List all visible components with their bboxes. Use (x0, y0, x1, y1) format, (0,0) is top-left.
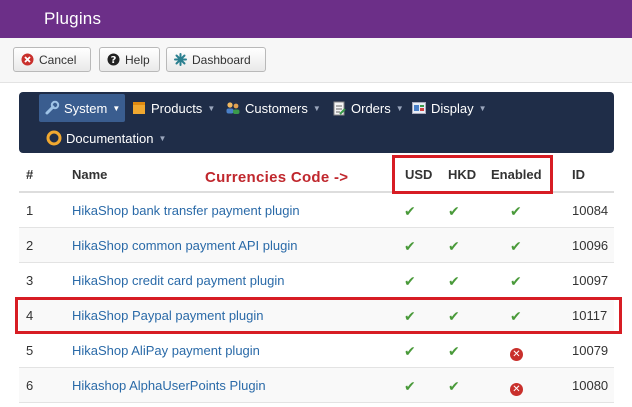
help-icon: ? (107, 53, 120, 66)
menu-item-customers[interactable]: Customers ▼ (220, 94, 326, 122)
usd-check-icon[interactable]: ✔ (404, 273, 416, 290)
box-icon (131, 100, 147, 116)
plugin-id: 10079 (572, 343, 609, 358)
users-icon (225, 100, 241, 116)
hkd-check-icon[interactable]: ✔ (448, 238, 460, 255)
column-header-hkd[interactable]: HKD (448, 167, 476, 182)
enabled-check-icon[interactable]: ✔ (510, 238, 522, 255)
menu-item-label: Orders (351, 100, 391, 116)
enabled-check-icon[interactable]: ✔ (510, 203, 522, 220)
page-title: Plugins (44, 9, 102, 28)
table-row: 5 HikaShop AliPay payment plugin ✔ ✔ ✕ 10079 (19, 333, 614, 368)
table-row: 3 HikaShop credit card payment plugin ✔ ✔ ✔ 1… (19, 263, 614, 298)
cancel-icon (21, 53, 34, 66)
enabled-check-icon[interactable]: ✔ (510, 273, 522, 290)
table-row: 2 HikaShop common payment API plugin ✔ ✔ ✔ 10… (19, 228, 614, 263)
menu-item-label: Products (151, 100, 203, 116)
menu-item-label: Documentation (66, 130, 154, 146)
menu-item-documentation[interactable]: Documentation ▼ (41, 124, 171, 152)
plugin-name-link[interactable]: HikaShop Paypal payment plugin (72, 308, 264, 323)
menu-item-label: System (64, 100, 108, 116)
cancel-label: Cancel (39, 52, 77, 67)
hkd-check-icon[interactable]: ✔ (448, 273, 460, 290)
plugin-id: 10084 (572, 203, 609, 218)
plugin-name-link[interactable]: HikaShop common payment API plugin (72, 238, 297, 253)
table-header: # Name USD HKD Enabled ID (19, 155, 614, 193)
column-header-id[interactable]: ID (572, 167, 585, 182)
row-number: 1 (26, 203, 34, 218)
menu-item-display[interactable]: Display ▼ (406, 94, 492, 122)
menu-item-orders[interactable]: Orders ▼ (326, 94, 409, 122)
usd-check-icon[interactable]: ✔ (404, 238, 416, 255)
enabled-check-icon[interactable]: ✔ (510, 308, 522, 325)
clipboard-icon (331, 100, 347, 116)
plugin-name-link[interactable]: HikaShop bank transfer payment plugin (72, 203, 300, 218)
plugin-name-link[interactable]: HikaShop credit card payment plugin (72, 273, 284, 288)
svg-text:?: ? (111, 55, 117, 66)
hkd-check-icon[interactable]: ✔ (448, 203, 460, 220)
help-button[interactable]: ? Help (99, 47, 160, 72)
row-number: 2 (26, 238, 34, 253)
chevron-down-icon: ▼ (158, 133, 167, 143)
row-number: 5 (26, 343, 34, 358)
usd-check-icon[interactable]: ✔ (404, 203, 416, 220)
help-label: Help (125, 52, 150, 67)
menu-item-label: Display (431, 100, 474, 116)
chevron-down-icon: ▼ (395, 103, 404, 113)
row-number: 4 (26, 308, 34, 323)
plugin-id: 10080 (572, 378, 609, 393)
usd-check-icon[interactable]: ✔ (404, 308, 416, 325)
dashboard-button[interactable]: Dashboard (166, 47, 266, 72)
column-header-usd[interactable]: USD (405, 167, 432, 182)
disabled-cross-icon[interactable]: ✕ (510, 379, 523, 396)
plugin-id: 10096 (572, 238, 609, 253)
usd-check-icon[interactable]: ✔ (404, 378, 416, 395)
table-row: 4 HikaShop Paypal payment plugin ✔ ✔ ✔ 10117 (19, 298, 614, 333)
wrench-icon (44, 100, 60, 116)
plugin-id: 10117 (572, 308, 608, 323)
dashboard-icon (174, 53, 187, 66)
menu-item-label: Customers (245, 100, 308, 116)
chevron-down-icon: ▼ (207, 103, 216, 113)
hkd-check-icon[interactable]: ✔ (448, 343, 460, 360)
chevron-down-icon: ▼ (112, 103, 121, 113)
hkd-check-icon[interactable]: ✔ (448, 308, 460, 325)
table-row: 6 Hikashop AlphaUserPoints Plugin ✔ ✔ ✕ 10080 (19, 368, 614, 403)
hkd-check-icon[interactable]: ✔ (448, 378, 460, 395)
title-bar: Plugins (0, 0, 632, 38)
plugin-id: 10097 (572, 273, 609, 288)
disabled-cross-icon[interactable]: ✕ (510, 344, 523, 361)
chevron-down-icon: ▼ (312, 103, 321, 113)
column-header-num[interactable]: # (26, 167, 33, 182)
column-header-name[interactable]: Name (72, 167, 107, 182)
chevron-down-icon: ▼ (478, 103, 487, 113)
usd-check-icon[interactable]: ✔ (404, 343, 416, 360)
menu-item-products[interactable]: Products ▼ (126, 94, 220, 122)
plugin-name-link[interactable]: Hikashop AlphaUserPoints Plugin (72, 378, 266, 393)
toolbar: Cancel ? Help Dashboard (0, 38, 632, 83)
column-header-enabled[interactable]: Enabled (491, 167, 542, 182)
cancel-button[interactable]: Cancel (13, 47, 91, 72)
display-icon (411, 100, 427, 116)
main-menu: System ▼ Products ▼ Customers ▼ Orders ▼… (19, 92, 614, 153)
menu-item-system[interactable]: System ▼ (39, 94, 126, 122)
dashboard-label: Dashboard (192, 52, 251, 67)
row-number: 3 (26, 273, 34, 288)
plugin-name-link[interactable]: HikaShop AliPay payment plugin (72, 343, 260, 358)
table-row: 1 HikaShop bank transfer payment plugin ✔ ✔… (19, 193, 614, 228)
lifebuoy-icon (46, 130, 62, 146)
row-number: 6 (26, 378, 34, 393)
